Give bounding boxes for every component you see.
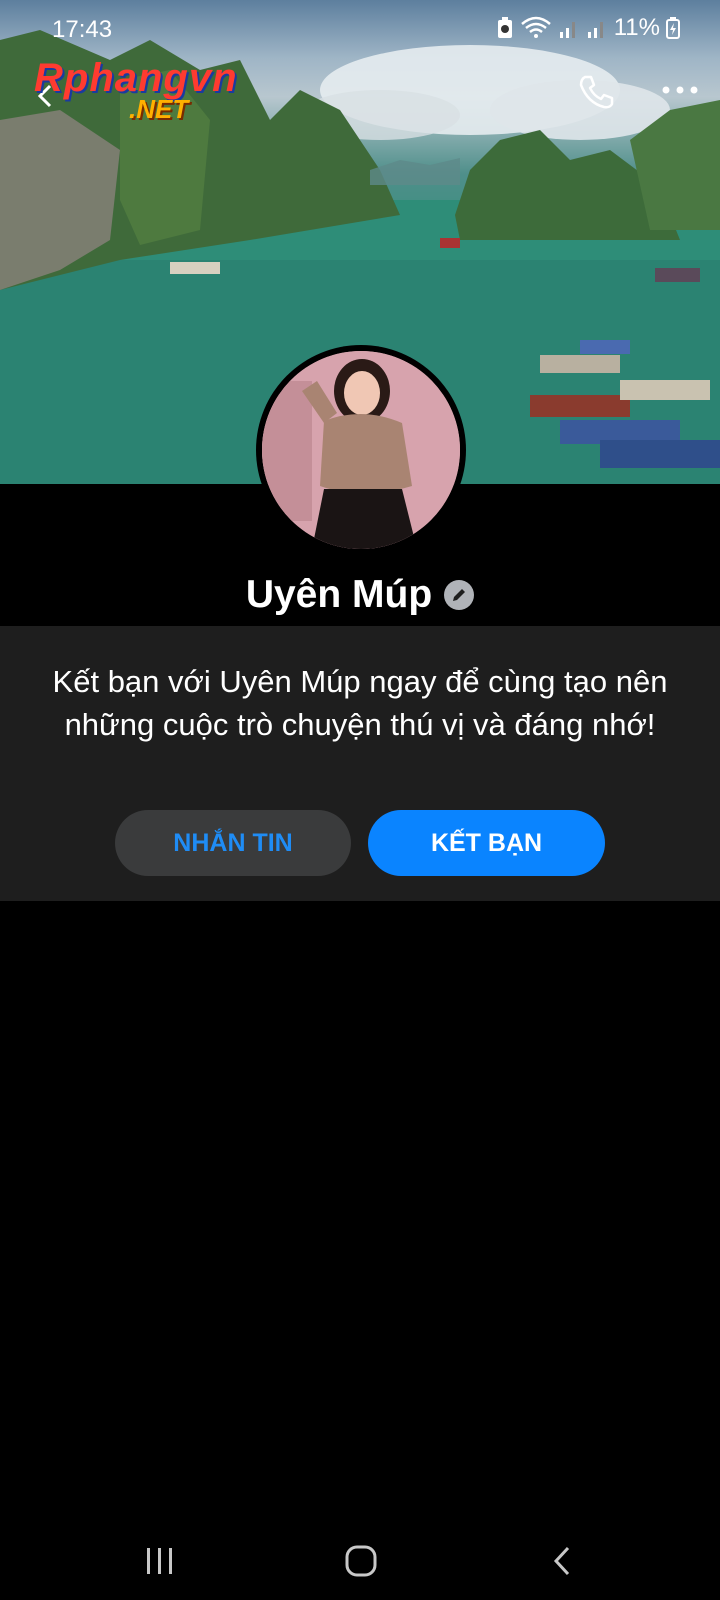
signal-icon [559,22,575,38]
pencil-icon [453,589,466,601]
wifi-icon [520,16,551,38]
back-arrow-icon [553,1546,570,1576]
edit-nickname-button[interactable] [444,580,475,610]
message-button[interactable]: NHẮN TIN [115,810,351,876]
more-dots-icon [662,86,698,94]
status-bar: 17:43 11% [0,0,720,60]
phone-icon [579,75,614,109]
avatar-photo [262,351,460,549]
avatar-person-illustration [262,351,460,549]
more-options-button[interactable] [660,78,700,102]
call-button[interactable] [576,72,616,112]
home-icon [345,1545,377,1577]
profile-name-row: Uyên Múp [0,570,720,620]
status-time: 17:43 [52,16,113,43]
battery-percent: 11% [613,14,660,41]
recent-apps-button[interactable] [144,1546,176,1576]
friend-prompt-text: Kết bạn với Uyên Múp ngay để cùng tạo nê… [52,664,668,742]
friend-prompt-panel: Kết bạn với Uyên Múp ngay để cùng tạo nê… [0,626,720,901]
add-friend-button[interactable]: KẾT BẠN [368,810,605,876]
add-friend-button-label: KẾT BẠN [430,828,543,857]
status-icons: 11% [496,14,680,42]
signal-icon-2 [587,22,603,38]
home-button[interactable] [344,1544,378,1578]
logo-text-sub: .NET [129,94,189,124]
recycle-icon [497,17,512,38]
profile-avatar[interactable] [256,345,466,555]
battery-charging-icon [666,17,680,39]
watermark-logo: Rphangvn .NET [34,56,264,126]
message-button-label: NHẮN TIN [173,828,293,857]
recent-apps-icon [147,1548,172,1574]
system-back-button[interactable] [550,1544,574,1578]
system-nav-bar [0,1530,720,1600]
profile-name: Uyên Múp [245,573,433,616]
